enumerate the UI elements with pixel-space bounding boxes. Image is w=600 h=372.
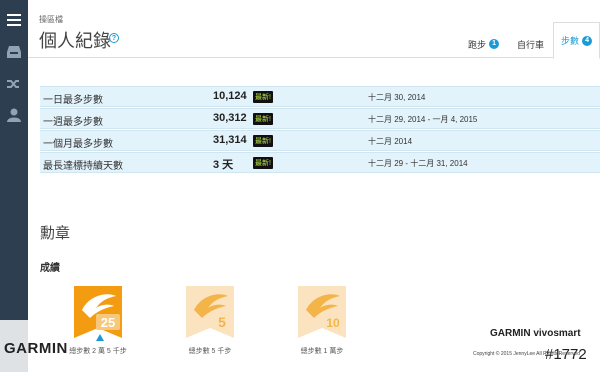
app-root: 操區檔 個人紀錄 ? 跑步 1 自行車 步數 4 一日最多步數 10,124 最… — [0, 0, 600, 372]
shuffle-icon — [7, 80, 19, 88]
record-label: 一日最多步數 — [43, 95, 103, 106]
sidebar-item-inbox[interactable] — [0, 38, 28, 66]
tab-count-badge: 1 — [489, 39, 500, 49]
wing-badge-icon: 5 — [186, 286, 234, 338]
new-badge: 最新! — [253, 157, 273, 169]
record-label: 一週最多步數 — [43, 117, 103, 128]
wing-badge-icon: 10 — [298, 286, 346, 338]
sidebar-item-connections[interactable] — [0, 70, 28, 98]
records-table: 一日最多步數 10,124 最新! 十二月 30, 2014 一週最多步數 30… — [40, 86, 600, 174]
page-title: 個人紀錄 — [39, 31, 111, 51]
user-icon — [7, 108, 21, 122]
tab-label: 跑步 — [468, 39, 487, 50]
sidebar — [0, 0, 28, 372]
record-date[interactable]: 十二月 30, 2014 — [368, 92, 425, 103]
record-date[interactable]: 十二月 2014 — [368, 136, 412, 147]
record-row: 一日最多步數 10,124 最新! 十二月 30, 2014 — [40, 86, 600, 107]
tab-cycling[interactable]: 自行車 — [517, 30, 544, 58]
record-value: 30,312 — [213, 112, 247, 124]
selected-badge-marker — [96, 334, 104, 341]
badges-section-title: 勳章 — [40, 225, 71, 242]
tab-running[interactable]: 跑步 1 — [468, 30, 500, 58]
tab-steps[interactable]: 步數 4 — [553, 22, 600, 59]
help-icon[interactable]: ? — [109, 33, 119, 43]
record-row: 最長達標持續天數 3 天 最新! 十二月 29 - 十二月 31, 2014 — [40, 152, 600, 173]
page-header: 操區檔 個人紀錄 ? 跑步 1 自行車 步數 4 — [28, 0, 600, 59]
main-content: 操區檔 個人紀錄 ? 跑步 1 自行車 步數 4 一日最多步數 10,124 最… — [28, 0, 600, 372]
watermark-title: GARMIN vivosmart — [490, 328, 581, 339]
menu-button[interactable] — [0, 6, 28, 34]
record-date[interactable]: 十二月 29 - 十二月 31, 2014 — [368, 158, 468, 169]
tab-count-badge: 4 — [582, 35, 593, 46]
badge-caption: 總步數 1 萬步 — [300, 348, 344, 355]
record-value: 10,124 — [213, 90, 247, 102]
achievements-subtitle: 成績 — [40, 263, 60, 274]
record-date[interactable]: 十二月 29, 2014 - 一月 4, 2015 — [368, 114, 477, 125]
badge-steps-5k[interactable]: 5 總步數 5 千步 — [180, 284, 240, 355]
record-label: 一個月最多步數 — [43, 139, 113, 150]
record-label: 最長達標持續天數 — [43, 161, 123, 172]
new-badge: 最新! — [253, 91, 273, 103]
new-badge: 最新! — [253, 113, 273, 125]
new-badge: 最新! — [253, 135, 273, 147]
watermark-garmin: GARMIN — [4, 340, 68, 357]
badge-number: 10 — [326, 316, 340, 330]
watermark-copyright: Copyright © 2015 JennyLee All Rights Res… — [473, 351, 581, 357]
inbox-icon — [7, 46, 21, 58]
record-value: 3 天 — [213, 159, 234, 171]
badge-steps-10k[interactable]: 10 總步數 1 萬步 — [292, 284, 352, 355]
record-row: 一個月最多步數 31,314 最新! 十二月 2014 — [40, 130, 600, 151]
badge-caption: 總步數 5 千步 — [188, 348, 232, 355]
record-row: 一週最多步數 30,312 最新! 十二月 29, 2014 - 一月 4, 2… — [40, 108, 600, 129]
tab-label: 步數 — [561, 36, 580, 46]
menu-icon — [7, 14, 21, 26]
record-value: 31,314 — [213, 134, 247, 146]
badge-number: 5 — [218, 314, 226, 330]
breadcrumb[interactable]: 操區檔 — [39, 14, 63, 25]
sidebar-item-profile[interactable] — [0, 101, 28, 129]
badge-number: 25 — [101, 315, 115, 330]
tab-label: 自行車 — [517, 39, 545, 50]
